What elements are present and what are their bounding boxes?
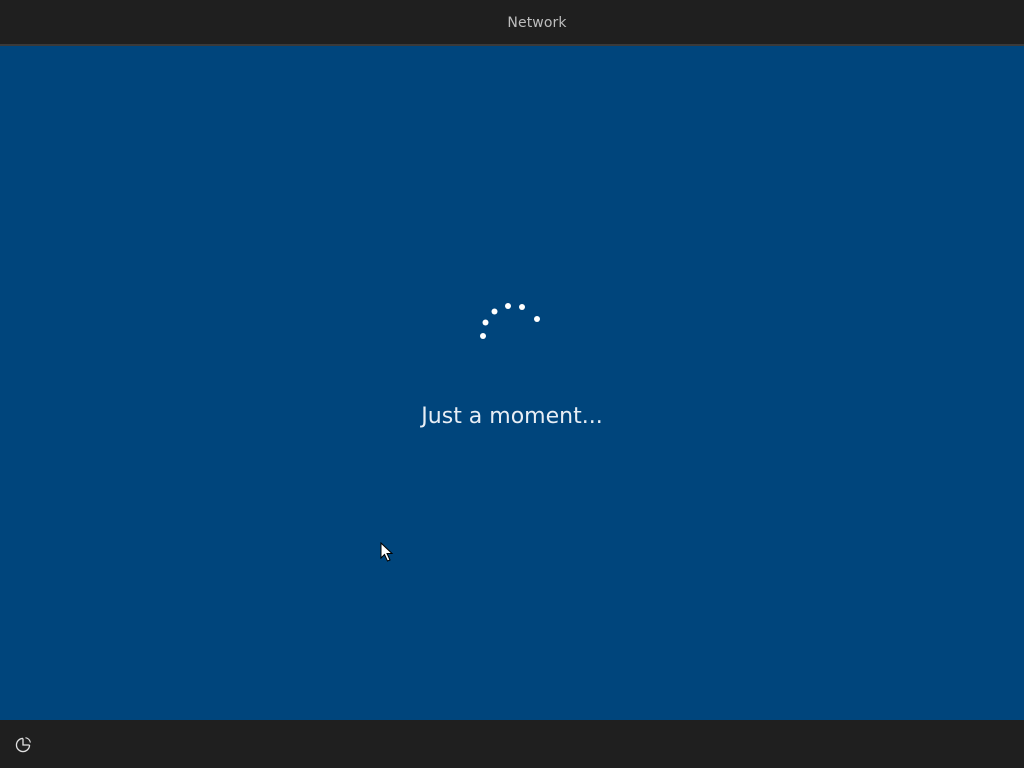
spinner-dot [480,333,486,339]
main-panel: Just a moment... [0,46,1024,720]
bottom-bar [0,720,1024,768]
loading-spinner-icon [480,303,540,339]
spinner-dot [519,304,525,310]
tab-network[interactable]: Network [440,0,634,48]
mouse-cursor-icon [380,542,394,562]
setup-screen: Network Just a moment... [0,0,1024,768]
spinner-dot [482,319,489,326]
spinner-dot [534,316,540,322]
ease-of-access-button[interactable] [12,734,34,756]
status-text: Just a moment... [421,404,603,429]
ease-of-access-icon [15,737,31,753]
tab-label: Network [507,15,567,31]
top-bar: Network [0,0,1024,48]
spinner-dot [505,303,511,309]
spinner-dot [491,308,498,315]
